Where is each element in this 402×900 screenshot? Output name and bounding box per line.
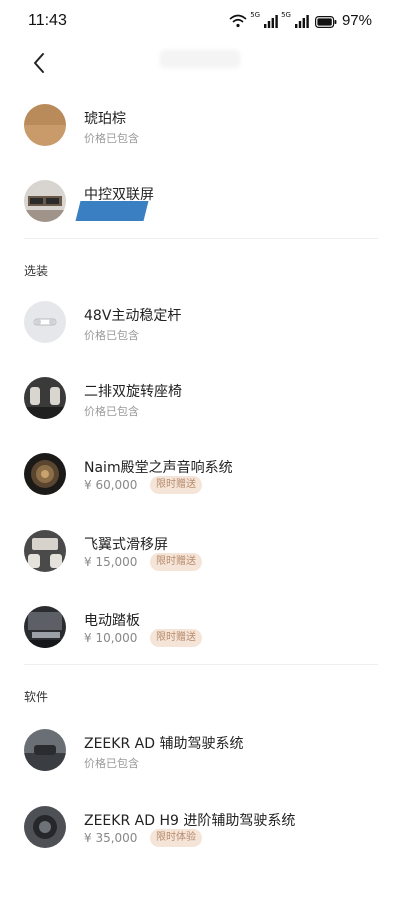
status-icons: 5G 5G 97% (229, 12, 372, 29)
list-item-amber-brown[interactable]: 琥珀棕 价格已包含 (0, 104, 402, 164)
item-price: ¥ 10,000 (84, 631, 138, 645)
dual-screen-thumbnail (24, 180, 66, 222)
promo-badge: 限时赠送 (150, 629, 202, 647)
item-title: ZEEKR AD 辅助驾驶系统 (84, 736, 244, 752)
promo-badge: 限时体验 (150, 829, 202, 847)
item-title: 琥珀棕 (84, 111, 126, 127)
list-item-power-step[interactable]: 电动踏板 ¥ 10,000 限时赠送 (0, 606, 402, 666)
list-item-48v-stabilizer[interactable]: 48V主动稳定杆 价格已包含 (0, 301, 402, 361)
speaker-thumbnail (24, 453, 66, 495)
battery-percentage: 97% (341, 12, 372, 29)
status-bar: 11:43 5G 5G 97% (0, 0, 402, 42)
item-included-label: 价格已包含 (84, 405, 139, 418)
seats-thumbnail (24, 377, 66, 419)
item-price: ¥ 35,000 (84, 831, 138, 845)
power-step-thumbnail (24, 606, 66, 648)
back-button[interactable] (24, 48, 54, 78)
signal-icon (264, 14, 278, 28)
nav-bar (0, 42, 402, 82)
signal2-label: 5G (281, 11, 291, 19)
chevron-left-icon (34, 53, 44, 73)
promo-badge: 限时赠送 (150, 476, 202, 494)
item-included-label: 价格已包含 (84, 329, 139, 342)
item-title: 电动踏板 (84, 613, 140, 629)
item-title: 飞翼式滑移屏 (84, 537, 168, 553)
item-title: ZEEKR AD H9 进阶辅助驾驶系统 (84, 813, 296, 829)
item-included-label: 价格已包含 (84, 757, 139, 770)
signal-icon (294, 14, 309, 28)
item-title: 二排双旋转座椅 (84, 384, 182, 400)
driving-assist-thumbnail (24, 729, 66, 771)
redaction-mark (75, 201, 149, 221)
list-item-zeekr-ad[interactable]: ZEEKR AD 辅助驾驶系统 价格已包含 (0, 729, 402, 789)
section-label-software: 软件 (24, 690, 49, 704)
item-title: 48V主动稳定杆 (84, 308, 182, 324)
color-swatch-thumbnail (24, 104, 66, 146)
list-item-zeekr-ad-h9[interactable]: ZEEKR AD H9 进阶辅助驾驶系统 ¥ 35,000 限时体验 (0, 806, 402, 866)
wifi-icon (229, 14, 247, 28)
divider (24, 238, 378, 239)
item-price: ¥ 15,000 (84, 555, 138, 569)
promo-badge: 限时赠送 (150, 553, 202, 571)
section-label-optional: 选装 (24, 264, 49, 278)
signal1-label: 5G (250, 11, 261, 19)
page-title-blurred (160, 50, 240, 68)
item-included-label: 价格已包含 (84, 132, 139, 145)
list-item-rotating-seats[interactable]: 二排双旋转座椅 价格已包含 (0, 377, 402, 437)
advanced-assist-thumbnail (24, 806, 66, 848)
status-time: 11:43 (28, 12, 67, 29)
list-item-sliding-screen[interactable]: 飞翼式滑移屏 ¥ 15,000 限时赠送 (0, 530, 402, 590)
battery-icon (314, 14, 337, 28)
stabilizer-thumbnail (24, 301, 66, 343)
item-price: ¥ 60,000 (84, 478, 138, 492)
item-title: Naim殿堂之声音响系统 (84, 460, 233, 476)
list-item-dual-screen[interactable]: 中控双联屏 (0, 180, 402, 240)
list-item-naim-audio[interactable]: Naim殿堂之声音响系统 ¥ 60,000 限时赠送 (0, 453, 402, 513)
sliding-screen-thumbnail (24, 530, 66, 572)
divider (24, 664, 378, 665)
